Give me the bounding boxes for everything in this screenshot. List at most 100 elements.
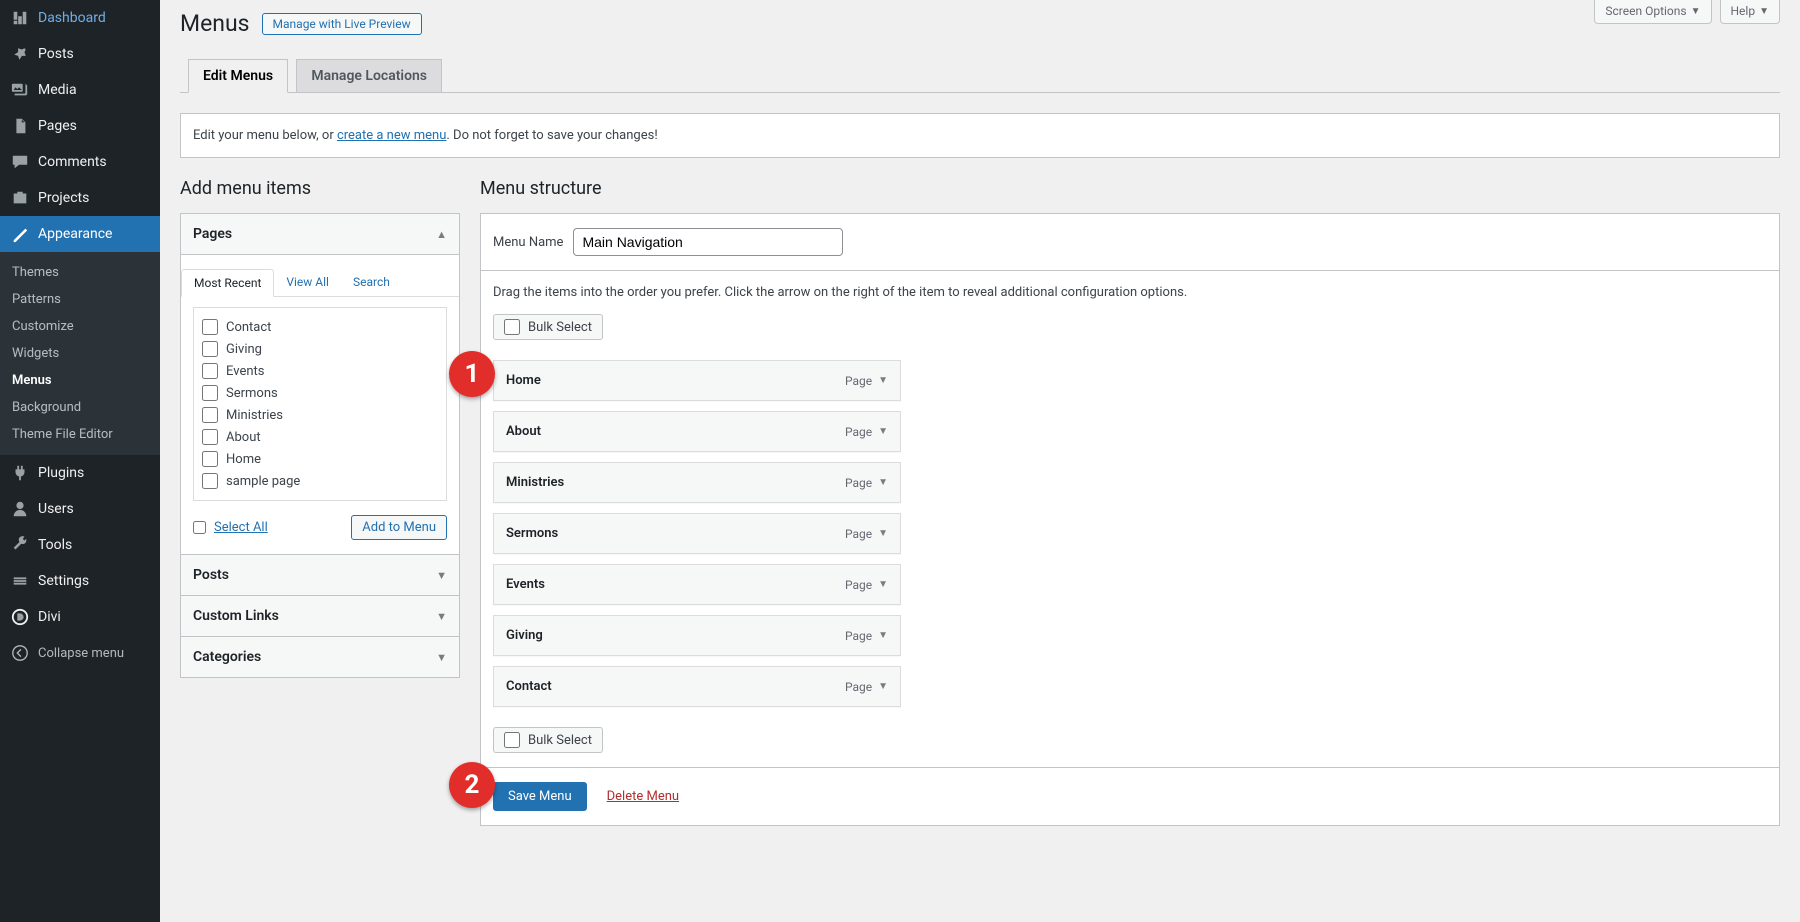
- info-text-prefix: Edit your menu below, or: [193, 128, 337, 143]
- comment-icon: [10, 152, 30, 172]
- item-type-toggle[interactable]: Page▼: [845, 425, 888, 439]
- accordion-categories: Categories ▼: [180, 637, 460, 678]
- subitem-customize[interactable]: Customize: [0, 313, 160, 340]
- menu-item-ministries[interactable]: MinistriesPage▼: [493, 462, 901, 503]
- accordion-title: Custom Links: [193, 608, 279, 624]
- subitem-background[interactable]: Background: [0, 394, 160, 421]
- caret-down-icon: ▼: [878, 477, 888, 488]
- dashboard-icon: [10, 8, 30, 28]
- menu-item-sermons[interactable]: SermonsPage▼: [493, 513, 901, 554]
- page-checkbox-contact[interactable]: Contact: [202, 316, 438, 338]
- accordion-categories-header[interactable]: Categories ▼: [181, 637, 459, 677]
- menu-item-events[interactable]: EventsPage▼: [493, 564, 901, 605]
- page-checkbox-about[interactable]: About: [202, 426, 438, 448]
- accordion-title: Pages: [193, 226, 232, 242]
- item-type-toggle[interactable]: Page▼: [845, 680, 888, 694]
- item-type-toggle[interactable]: Page▼: [845, 476, 888, 490]
- annotation-marker-2: 2: [449, 762, 495, 808]
- page-checkbox-sermons[interactable]: Sermons: [202, 382, 438, 404]
- caret-down-icon: ▼: [436, 651, 447, 664]
- accordion-posts: Posts ▼: [180, 555, 460, 596]
- sidebar-label: Pages: [38, 118, 77, 134]
- accordion-pages-header[interactable]: Pages ▲: [181, 214, 459, 254]
- sidebar-label: Projects: [38, 190, 89, 206]
- sidebar-item-projects[interactable]: Projects: [0, 180, 160, 216]
- menu-name-label: Menu Name: [493, 235, 563, 250]
- sidebar-label: Users: [38, 501, 74, 517]
- select-all-pages[interactable]: Select All: [193, 520, 268, 535]
- bulk-select-top[interactable]: Bulk Select: [493, 314, 603, 340]
- page-checkbox-sample-page[interactable]: sample page: [202, 470, 438, 492]
- sidebar-item-appearance[interactable]: Appearance: [0, 216, 160, 252]
- menu-item-contact[interactable]: ContactPage▼: [493, 666, 901, 707]
- sidebar-label: Appearance: [38, 226, 112, 242]
- menu-structure-panel: Menu Name Drag the items into the order …: [480, 213, 1780, 826]
- menu-structure-title: Menu structure: [480, 178, 1780, 199]
- sidebar-item-comments[interactable]: Comments: [0, 144, 160, 180]
- caret-down-icon: ▼: [878, 426, 888, 437]
- sidebar-item-divi[interactable]: Divi: [0, 599, 160, 635]
- divi-icon: [10, 607, 30, 627]
- item-type-toggle[interactable]: Page▼: [845, 578, 888, 592]
- subtab-view-all[interactable]: View All: [274, 269, 341, 296]
- accordion-pages: Pages ▲ Most Recent View All Search Cont…: [180, 213, 460, 555]
- sidebar-label: Media: [38, 82, 77, 98]
- create-new-menu-link[interactable]: create a new menu: [337, 128, 446, 143]
- menu-item-home[interactable]: HomePage▼: [493, 360, 901, 401]
- page-checkbox-events[interactable]: Events: [202, 360, 438, 382]
- sidebar-item-settings[interactable]: Settings: [0, 563, 160, 599]
- pin-icon: [10, 44, 30, 64]
- page-checkbox-ministries[interactable]: Ministries: [202, 404, 438, 426]
- admin-sidebar: Dashboard Posts Media Pages Comments Pro…: [0, 0, 160, 922]
- menu-name-input[interactable]: [573, 228, 843, 256]
- sidebar-item-tools[interactable]: Tools: [0, 527, 160, 563]
- accordion-custom-links-header[interactable]: Custom Links ▼: [181, 596, 459, 636]
- caret-up-icon: ▲: [436, 228, 447, 241]
- caret-down-icon: ▼: [878, 630, 888, 641]
- user-icon: [10, 499, 30, 519]
- subitem-patterns[interactable]: Patterns: [0, 286, 160, 313]
- sidebar-item-dashboard[interactable]: Dashboard: [0, 0, 160, 36]
- tab-manage-locations[interactable]: Manage Locations: [296, 59, 442, 92]
- subtab-most-recent[interactable]: Most Recent: [181, 269, 274, 297]
- page-checkbox-home[interactable]: Home: [202, 448, 438, 470]
- sidebar-item-posts[interactable]: Posts: [0, 36, 160, 72]
- item-type-toggle[interactable]: Page▼: [845, 629, 888, 643]
- caret-down-icon: ▼: [878, 579, 888, 590]
- sidebar-label: Settings: [38, 573, 89, 589]
- subitem-themes[interactable]: Themes: [0, 259, 160, 286]
- collapse-menu[interactable]: Collapse menu: [0, 635, 160, 671]
- subitem-widgets[interactable]: Widgets: [0, 340, 160, 367]
- page-title: Menus: [180, 10, 250, 37]
- bulk-select-bottom[interactable]: Bulk Select: [493, 727, 603, 753]
- accordion-posts-header[interactable]: Posts ▼: [181, 555, 459, 595]
- nav-tabs: Edit Menus Manage Locations: [180, 59, 1780, 93]
- main-content: Screen Options▼ Help▼ Menus Manage with …: [160, 0, 1800, 922]
- accordion-title: Categories: [193, 649, 261, 665]
- menu-item-giving[interactable]: GivingPage▼: [493, 615, 901, 656]
- sidebar-item-users[interactable]: Users: [0, 491, 160, 527]
- subitem-theme-file-editor[interactable]: Theme File Editor: [0, 421, 160, 448]
- sidebar-item-plugins[interactable]: Plugins: [0, 455, 160, 491]
- sidebar-item-media[interactable]: Media: [0, 72, 160, 108]
- live-preview-button[interactable]: Manage with Live Preview: [262, 13, 422, 35]
- appearance-icon: [10, 224, 30, 244]
- menu-item-about[interactable]: AboutPage▼: [493, 411, 901, 452]
- item-type-toggle[interactable]: Page▼: [845, 374, 888, 388]
- screen-options-toggle[interactable]: Screen Options▼: [1594, 0, 1711, 24]
- page-checkbox-giving[interactable]: Giving: [202, 338, 438, 360]
- subitem-menus[interactable]: Menus: [0, 367, 160, 394]
- help-toggle[interactable]: Help▼: [1720, 0, 1781, 24]
- add-to-menu-button[interactable]: Add to Menu: [351, 515, 447, 540]
- page-icon: [10, 116, 30, 136]
- collapse-label: Collapse menu: [38, 646, 124, 661]
- delete-menu-link[interactable]: Delete Menu: [607, 789, 679, 804]
- save-menu-button[interactable]: Save Menu: [493, 782, 587, 811]
- collapse-icon: [10, 643, 30, 663]
- subtab-search[interactable]: Search: [341, 269, 402, 296]
- item-type-toggle[interactable]: Page▼: [845, 527, 888, 541]
- sidebar-item-pages[interactable]: Pages: [0, 108, 160, 144]
- tab-edit-menus[interactable]: Edit Menus: [188, 59, 288, 93]
- media-icon: [10, 80, 30, 100]
- sidebar-label: Divi: [38, 609, 61, 625]
